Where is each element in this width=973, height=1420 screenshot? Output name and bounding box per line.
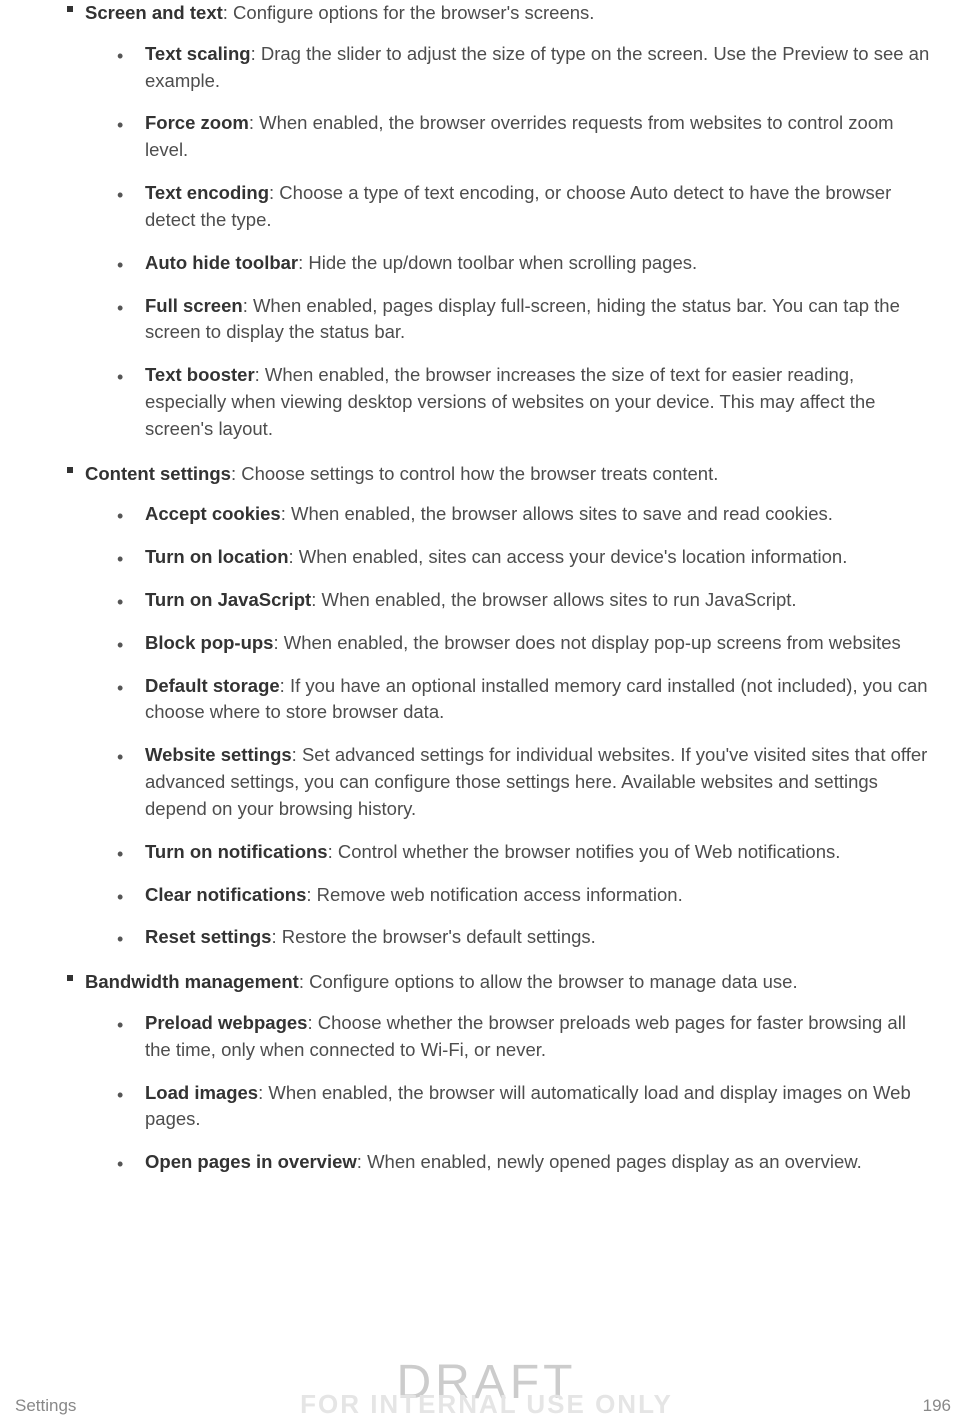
item-description: : Hide the up/down toolbar when scrollin… [298,252,697,273]
sub-list: •Preload webpages: Choose whether the br… [117,1010,933,1176]
item-title: Preload webpages [145,1012,307,1033]
list-item: • Turn on notifications: Control whether … [117,839,933,866]
section-title: Content settings [85,463,231,484]
item-title: Load images [145,1082,258,1103]
item-description: : Control whether the browser notifies y… [328,841,841,862]
section-title: Screen and text [85,2,223,23]
item-description: : When enabled, the browser allows sites… [281,503,833,524]
page-footer: Settings 196 [15,1396,951,1416]
section-description: : Configure options to allow the browser… [299,971,798,992]
bullet-icon: • [117,503,123,529]
item-description: : Drag the slider to adjust the size of … [145,43,929,91]
item-title: Auto hide toolbar [145,252,298,273]
item-title: Website settings [145,744,292,765]
bullet-icon: • [117,1151,123,1177]
section-heading: Screen and text: Configure options for t… [85,0,933,27]
item-description: : When enabled, the browser will automat… [145,1082,911,1130]
bullet-icon: • [117,589,123,615]
list-item: • Accept cookies: When enabled, the brows… [117,501,933,528]
section: Screen and text: Configure options for t… [85,0,933,443]
section: Bandwidth management: Configure options … [85,969,933,1176]
item-title: Accept cookies [145,503,281,524]
item-title: Default storage [145,675,280,696]
section-description: : Choose settings to control how the bro… [231,463,718,484]
list-item: •Default storage: If you have an optiona… [117,673,933,727]
section-heading: Bandwidth management: Configure options … [85,969,933,996]
bullet-icon: • [117,43,123,69]
list-item: • Full screen: When enabled, pages displa… [117,293,933,347]
item-title: Open pages in overview [145,1151,357,1172]
bullet-icon: • [117,252,123,278]
item-description: : When enabled, newly opened pages displ… [357,1151,862,1172]
bullet-icon: • [117,675,123,701]
bullet-icon: • [117,1012,123,1038]
list-item: • Open pages in overview: When enabled, n… [117,1149,933,1176]
square-bullet-icon [67,467,73,473]
bullet-icon: • [117,1082,123,1108]
list-item: • Text scaling: Drag the slider to adjust… [117,41,933,95]
sub-list: •Accept cookies: When enabled, the brows… [117,501,933,951]
square-bullet-icon [67,6,73,12]
item-description: : When enabled, pages display full-scree… [145,295,900,343]
item-title: Turn on location [145,546,289,567]
list-item: • Turn on location: When enabled, sites c… [117,544,933,571]
item-description: : Restore the browser's default settings… [271,926,595,947]
list-item: •Text encoding: Choose a type of text en… [117,180,933,234]
item-description: : When enabled, the browser does not dis… [273,632,900,653]
item-title: Text scaling [145,43,251,64]
square-bullet-icon [67,975,73,981]
list-item: • Turn on JavaScript: When enabled, the b… [117,587,933,614]
footer-section-name: Settings [15,1396,76,1415]
section-heading: Content settings: Choose settings to con… [85,461,933,488]
item-title: Force zoom [145,112,249,133]
bullet-icon: • [117,295,123,321]
list-item: •Preload webpages: Choose whether the br… [117,1010,933,1064]
document-content: Screen and text: Configure options for t… [0,0,973,1176]
list-item: • Reset settings: Restore the browser's d… [117,924,933,951]
bullet-icon: • [117,182,123,208]
item-title: Reset settings [145,926,271,947]
bullet-icon: • [117,364,123,390]
bullet-icon: • [117,744,123,770]
list-item: • Force zoom: When enabled, the browser o… [117,110,933,164]
bullet-icon: • [117,112,123,138]
footer-page-number: 196 [923,1396,951,1416]
section: Content settings: Choose settings to con… [85,461,933,952]
bullet-icon: • [117,632,123,658]
item-description: : When enabled, sites can access your de… [289,546,848,567]
item-title: Turn on notifications [145,841,328,862]
item-title: Text booster [145,364,255,385]
bullet-icon: • [117,841,123,867]
list-item: • Text booster: When enabled, the browser… [117,362,933,442]
item-title: Text encoding [145,182,269,203]
sub-list: • Text scaling: Drag the slider to adjust… [117,41,933,443]
section-description: : Configure options for the browser's sc… [223,2,595,23]
item-title: Full screen [145,295,243,316]
item-description: : When enabled, the browser increases th… [145,364,875,439]
bullet-icon: • [117,546,123,572]
list-item: • Clear notifications: Remove web notific… [117,882,933,909]
list-item: • Block pop-ups: When enabled, the browse… [117,630,933,657]
item-title: Turn on JavaScript [145,589,311,610]
item-title: Block pop-ups [145,632,273,653]
item-title: Clear notifications [145,884,306,905]
bullet-icon: • [117,884,123,910]
item-description: : When enabled, the browser allows sites… [311,589,796,610]
section-title: Bandwidth management [85,971,299,992]
item-description: : When enabled, the browser overrides re… [145,112,894,160]
item-description: : Remove web notification access informa… [306,884,682,905]
list-item: • Auto hide toolbar: Hide the up/down too… [117,250,933,277]
bullet-icon: • [117,926,123,952]
list-item: • Load images: When enabled, the browser … [117,1080,933,1134]
list-item: •Website settings: Set advanced settings… [117,742,933,822]
